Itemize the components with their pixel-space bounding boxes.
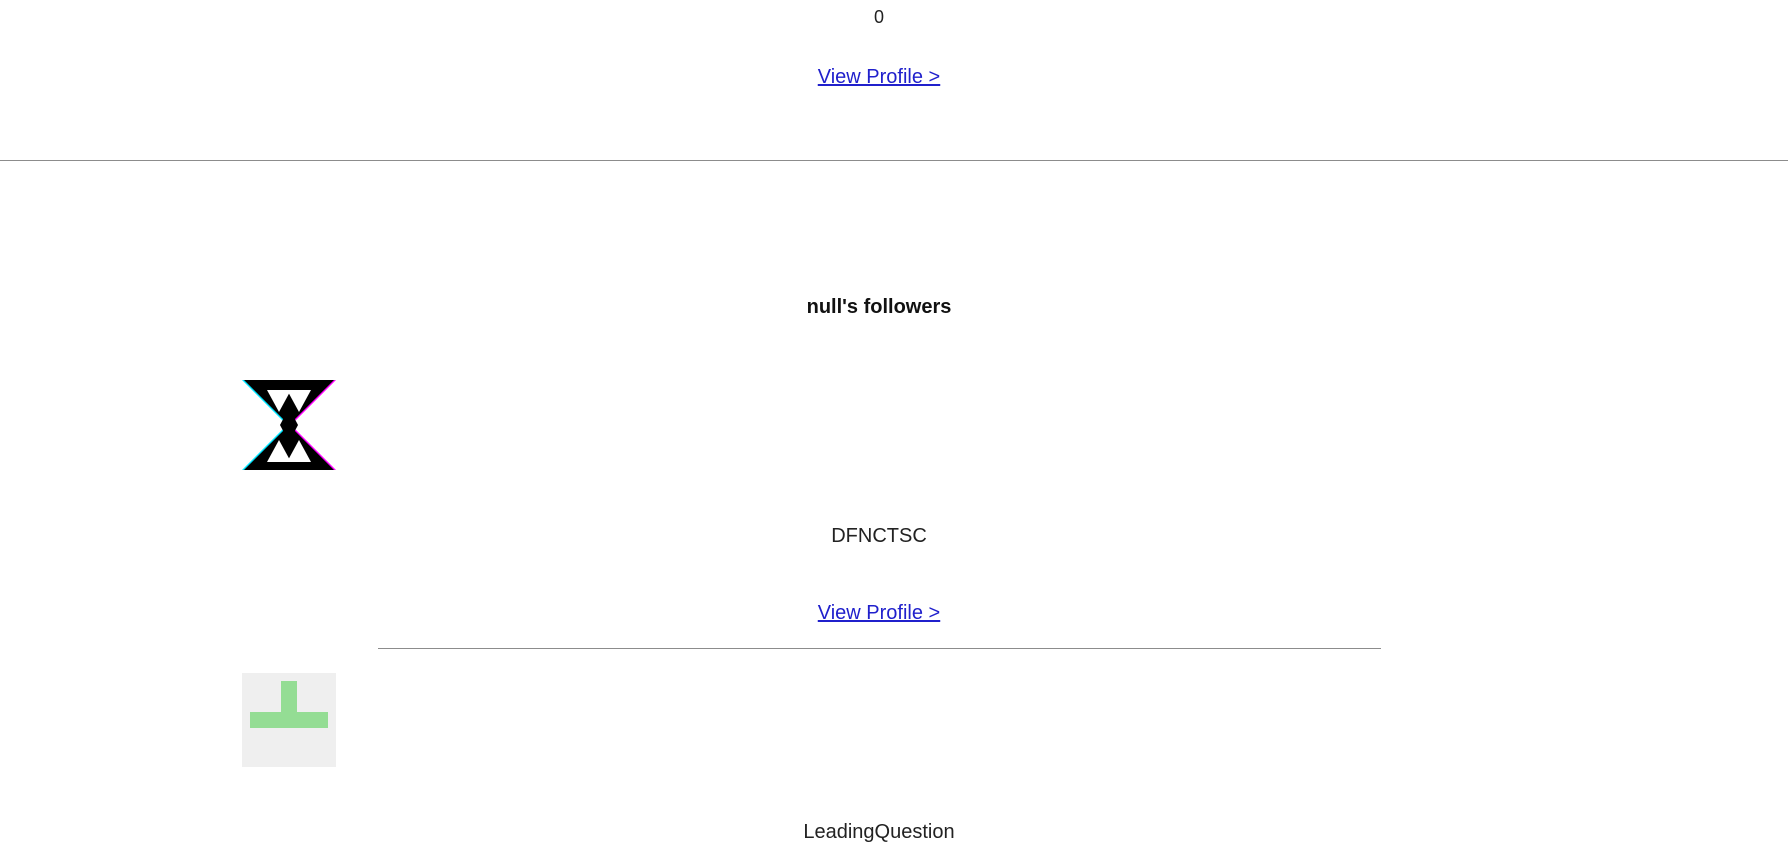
view-profile-container: View Profile > <box>0 601 1758 625</box>
follower-name: DFNCTSC <box>831 525 927 547</box>
avatar-dfnctsc[interactable] <box>242 378 336 472</box>
follower-divider <box>378 648 1381 649</box>
follower-count: 0 <box>873 7 884 27</box>
section-divider <box>0 160 1788 161</box>
follower-name: LeadingQuestion <box>803 821 955 843</box>
view-profile-container: View Profile > <box>0 65 1758 89</box>
followers-heading: null's followers <box>806 296 952 318</box>
avatar-leadingquestion[interactable] <box>242 673 336 767</box>
view-profile-link[interactable]: View Profile > <box>818 66 940 88</box>
hourglass-logo-icon <box>242 380 336 470</box>
green-identicon <box>250 681 328 728</box>
view-profile-link[interactable]: View Profile > <box>818 602 940 624</box>
